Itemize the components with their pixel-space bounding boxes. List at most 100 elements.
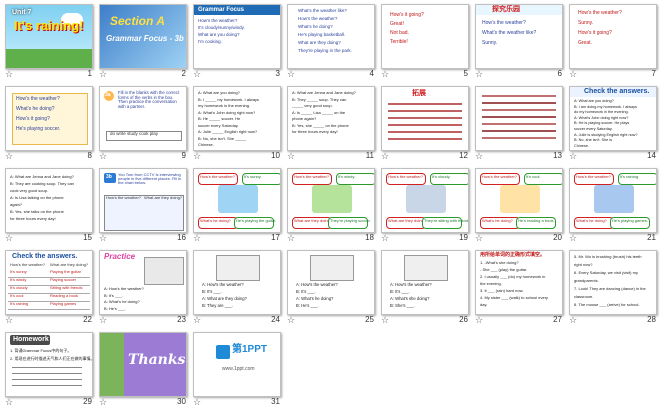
- slide-text: They're sitting with friends.: [424, 218, 469, 223]
- slide-text: Playing the guitar: [50, 269, 81, 274]
- slide-text: How's the weather?: [388, 174, 424, 179]
- star-icon: ☆: [193, 152, 202, 162]
- slide-thumbnail-31[interactable]: 第1PPT www.1ppt.com ☆ 31: [190, 330, 284, 410]
- slide-text: B: They _____ soup. They can: [292, 96, 347, 102]
- slide-preview[interactable]: 5. Mr. Wu is brushing (brush) his teeth r…: [569, 250, 657, 315]
- slide-preview[interactable]: A: What are you doing? B: I _____ my home…: [193, 86, 281, 151]
- grass: [6, 49, 92, 68]
- star-icon: ☆: [287, 152, 296, 162]
- slide-thumbnail-6[interactable]: 探究乐园 How's the weather? What's the weather…: [472, 2, 566, 82]
- slide-preview[interactable]: 拓展: [381, 86, 469, 151]
- slide-thumbnail-5[interactable]: How's it going? Great! Not bad. Terrible! ☆ 5: [378, 2, 472, 82]
- slide-text: It's raining: [10, 301, 29, 306]
- slide-preview[interactable]: Unit 7 It's raining!: [5, 4, 93, 69]
- slide-preview[interactable]: Grammar Focus How's the weather? It's clou…: [193, 4, 281, 69]
- slide-thumbnail-7[interactable]: How's the weather? Sunny. How's it going? G…: [566, 2, 660, 82]
- slide-text: 3a: [105, 92, 111, 98]
- slide-thumbnail-26[interactable]: A: How's the weather? B: It's ___. A: What…: [378, 248, 472, 328]
- slide-text: 7. Look! They are dancing (dance) in the: [574, 286, 646, 291]
- slide-preview[interactable]: [475, 86, 563, 151]
- slide-number: 9: [181, 151, 186, 160]
- slide-text: What are they doing?: [50, 262, 89, 267]
- slide-preview[interactable]: How's it going? Great! Not bad. Terrible!: [381, 4, 469, 69]
- slide-thumbnail-23[interactable]: Practice A: How's the weather? B: It's ___…: [96, 248, 190, 328]
- slide-preview[interactable]: Thanks!: [99, 332, 187, 397]
- slide-thumbnail-9[interactable]: 3a Fill in the blanks with the correct fo…: [96, 84, 190, 164]
- slide-preview[interactable]: How's the weather? It's cool. What's he do…: [475, 168, 563, 233]
- slide-thumbnail-13[interactable]: ☆ 13: [472, 84, 566, 164]
- text-line: [482, 102, 556, 104]
- slide-thumbnail-21[interactable]: How's the weather? It's raining. What's he…: [566, 166, 660, 246]
- scene-picture: [594, 185, 634, 213]
- slide-text: B: It's ___.: [202, 289, 222, 294]
- slide-thumbnail-18[interactable]: How's the weather? It's windy. What are th…: [284, 166, 378, 246]
- slide-thumbnail-2[interactable]: Section A Grammar Focus - 3b ☆ 2: [96, 2, 190, 82]
- slide-thumbnail-10[interactable]: A: What are you doing? B: I _____ my home…: [190, 84, 284, 164]
- slide-thumbnail-24[interactable]: A: How's the weather? B: It's ___. A: What…: [190, 248, 284, 328]
- slide-thumbnail-12[interactable]: 拓展 ☆ 12: [378, 84, 472, 164]
- slide-thumbnail-25[interactable]: A: How's the weather? B: It's ___. A: What…: [284, 248, 378, 328]
- slide-preview[interactable]: A: What are Jenna and Jane doing? B: They…: [5, 168, 93, 233]
- slide-preview[interactable]: A: How's the weather? B: It's ___. A: What…: [193, 250, 281, 315]
- slide-preview[interactable]: Check the answers. A: What are you doing?…: [569, 86, 657, 151]
- slide-preview[interactable]: Practice A: How's the weather? B: It's ___…: [99, 250, 187, 315]
- slide-text: my homework in the evening.: [198, 103, 251, 108]
- star-icon: ☆: [99, 70, 108, 80]
- slide-text: 5. Mr. Wu is brushing (brush) his teeth: [574, 254, 642, 259]
- slide-text: 拓展: [412, 90, 426, 97]
- slide-preview[interactable]: 探究乐园 How's the weather? What's the weather…: [475, 4, 563, 69]
- slide-preview[interactable]: A: What are Jenna and Jane doing? B: They…: [287, 86, 375, 151]
- slide-sorter-grid: Unit 7 It's raining! ☆ 1 Section A Grammar Fo…: [0, 0, 660, 410]
- slide-thumbnail-27[interactable]: 用所给单词的正确形式填空。 1. -What's she doing? - She …: [472, 248, 566, 328]
- slide-thumbnail-20[interactable]: How's the weather? It's cool. What's he do…: [472, 166, 566, 246]
- slide-preview[interactable]: What's the weather like? How's the weathe…: [287, 4, 375, 69]
- slide-text: Playing games: [50, 301, 77, 306]
- slide-text: What are they doing?: [298, 40, 341, 45]
- slide-thumbnail-11[interactable]: A: What are Jenna and Jane doing? B: They…: [284, 84, 378, 164]
- slide-text: Reading a book: [50, 293, 79, 298]
- slide-text: How's the weather?: [578, 10, 622, 16]
- slide-preview[interactable]: How's the weather? It's cloudy. What are t…: [381, 168, 469, 233]
- slide-preview[interactable]: How's the weather? It's sunny. What's he d…: [193, 168, 281, 233]
- star-icon: ☆: [381, 152, 390, 162]
- text-line: [388, 117, 462, 119]
- slide-thumbnail-30[interactable]: Thanks! ☆ 30: [96, 330, 190, 410]
- slide-text: Check the answers.: [12, 253, 78, 260]
- slide-thumbnail-8[interactable]: How's the weather? What's he doing? How's …: [2, 84, 96, 164]
- slide-text: A: What's he doing?: [296, 296, 334, 301]
- star-icon: ☆: [475, 70, 484, 80]
- slide-text: I'm cooking.: [198, 39, 222, 44]
- slide-number: 7: [651, 69, 656, 78]
- slide-text: He's playing the guitar.: [236, 218, 277, 223]
- slide-thumbnail-22[interactable]: Check the answers. How's the weather? What…: [2, 248, 96, 328]
- slide-thumbnail-28[interactable]: 5. Mr. Wu is brushing (brush) his teeth r…: [566, 248, 660, 328]
- slide-preview[interactable]: How's the weather? It's windy. What are th…: [287, 168, 375, 233]
- slide-text: What's he doing?: [200, 218, 231, 223]
- slide-preview[interactable]: How's the weather? What's he doing? How's …: [5, 86, 93, 151]
- slide-thumbnail-17[interactable]: How's the weather? It's sunny. What's he d…: [190, 166, 284, 246]
- slide-preview[interactable]: Check the answers. How's the weather? What…: [5, 250, 93, 315]
- slide-thumbnail-19[interactable]: How's the weather? It's cloudy. What are t…: [378, 166, 472, 246]
- slide-thumbnail-15[interactable]: A: What are Jenna and Jane doing? B: They…: [2, 166, 96, 246]
- slide-text: 2. I usually ___ (do) my homework in: [480, 274, 546, 279]
- slide-preview[interactable]: 第1PPT www.1ppt.com: [193, 332, 281, 397]
- slide-preview[interactable]: A: How's the weather? B: It's ___. A: What…: [381, 250, 469, 315]
- slide-thumbnail-29[interactable]: Homework 1. 背诵Grammar Focus中的句子。 2. 用现在进行时…: [2, 330, 96, 410]
- slide-preview[interactable]: How's the weather? It's raining. What's he…: [569, 168, 657, 233]
- slide-thumbnail-3[interactable]: Grammar Focus How's the weather? It's clou…: [190, 2, 284, 82]
- slide-preview[interactable]: 用所给单词的正确形式填空。 1. -What's she doing? - She …: [475, 250, 563, 315]
- slide-preview[interactable]: 3a Fill in the blanks with the correct fo…: [99, 86, 187, 151]
- slide-preview[interactable]: 3b You Tom from CCTV is interviewing peop…: [99, 168, 187, 233]
- slide-preview[interactable]: How's the weather? Sunny. How's it going? G…: [569, 4, 657, 69]
- slide-preview[interactable]: A: How's the weather? B: It's ___. A: What…: [287, 250, 375, 315]
- slide-thumbnail-1[interactable]: Unit 7 It's raining! ☆ 1: [2, 2, 96, 82]
- slide-text: B: Yes, she _____ on the phone: [292, 122, 349, 128]
- slide-preview[interactable]: Section A Grammar Focus - 3b: [99, 4, 187, 69]
- star-icon: ☆: [381, 316, 390, 326]
- slide-thumbnail-14[interactable]: Check the answers. A: What are you doing?…: [566, 84, 660, 164]
- slide-thumbnail-4[interactable]: What's the weather like? How's the weathe…: [284, 2, 378, 82]
- slide-text: Not bad.: [390, 30, 409, 36]
- slide-thumbnail-16[interactable]: 3b You Tom from CCTV is interviewing peop…: [96, 166, 190, 246]
- slide-number: 21: [647, 233, 656, 242]
- slide-preview[interactable]: Homework 1. 背诵Grammar Focus中的句子。 2. 用现在进行时…: [5, 332, 93, 397]
